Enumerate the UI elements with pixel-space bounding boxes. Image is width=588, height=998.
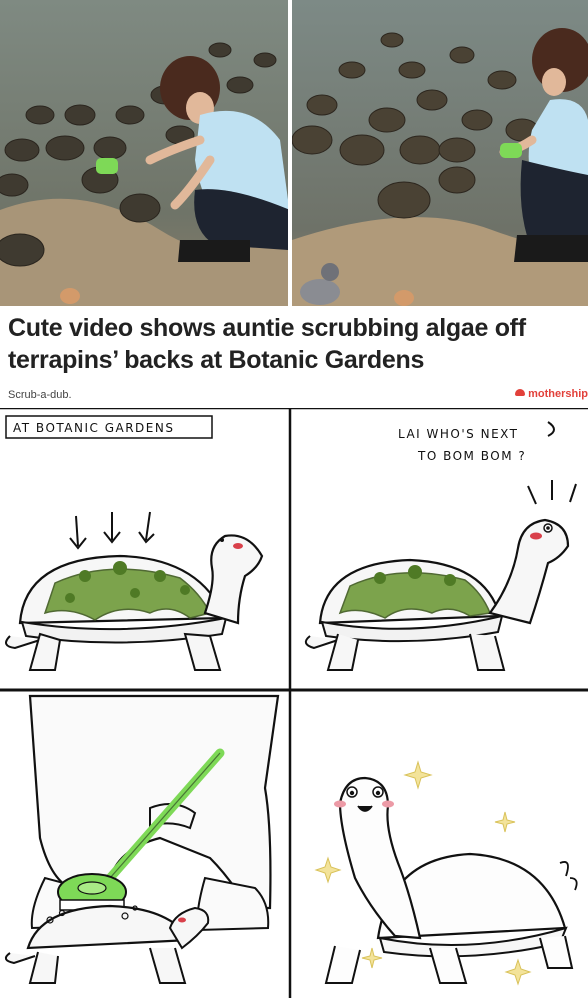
- photo-strip: [0, 0, 588, 306]
- brand-label: mothership: [528, 388, 588, 400]
- speech-tail: [547, 421, 555, 437]
- comic-panel-4: [314, 760, 578, 986]
- terrapin-looking-up: [304, 518, 570, 671]
- comic-panel-3: [4, 694, 280, 984]
- excitement-lines: [527, 480, 577, 505]
- speech-line-1: LAI WHO'S NEXT: [398, 427, 519, 441]
- video-still-left: [0, 0, 288, 306]
- down-arrows: [69, 511, 155, 550]
- comic-strip: AT BOTANIC GARDENS LAI WHO'S NEXT TO BOM…: [0, 408, 588, 998]
- location-label: AT BOTANIC GARDENS: [13, 421, 174, 435]
- headline-line-2: terrapins’ backs at Botanic Gardens: [8, 346, 425, 374]
- article-caption: Scrub-a-dub.: [8, 389, 72, 401]
- clean-terrapin: [324, 776, 578, 984]
- comic-panel-1: AT BOTANIC GARDENS: [5, 415, 264, 671]
- terrapin-with-algae: [5, 534, 264, 671]
- comic-panel-2: LAI WHO'S NEXT TO BOM BOM ?: [304, 421, 577, 671]
- brand-logo[interactable]: mothership: [515, 388, 588, 400]
- video-still-right: [292, 0, 588, 306]
- headline-line-1: Cute video shows auntie scrubbing algae …: [8, 314, 526, 342]
- speech-line-2: TO BOM BOM ?: [417, 449, 526, 463]
- mothership-icon: [515, 389, 526, 396]
- article-headline[interactable]: Cute video shows auntie scrubbing algae …: [8, 312, 580, 376]
